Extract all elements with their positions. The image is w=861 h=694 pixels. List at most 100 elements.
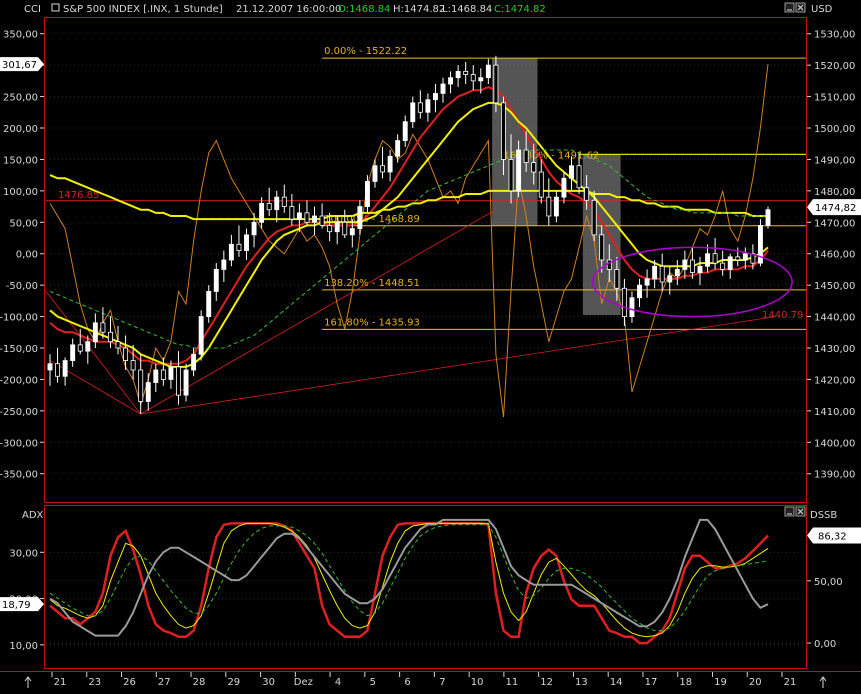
candle xyxy=(274,196,280,211)
candle xyxy=(652,265,658,280)
x-tick-label: 13 xyxy=(575,677,588,688)
left-indicator-label: CCI xyxy=(24,4,41,15)
candle xyxy=(191,353,197,371)
x-tick-label: 5 xyxy=(370,677,376,688)
candle xyxy=(198,316,204,355)
adx-tick-label: 30,00 xyxy=(9,548,38,559)
candle xyxy=(705,253,710,267)
candle xyxy=(372,165,378,182)
candle xyxy=(259,203,265,223)
candle xyxy=(138,369,144,402)
right-tick-label: 1400,00 xyxy=(814,438,855,449)
left-tick-label: 0,00 xyxy=(16,250,38,261)
x-tick-label: 26 xyxy=(123,677,136,688)
candle xyxy=(62,360,68,377)
candle xyxy=(206,291,212,317)
left-tick-label: 250,00 xyxy=(3,93,38,104)
candle xyxy=(485,64,491,79)
candle xyxy=(145,382,151,402)
candle xyxy=(508,159,514,192)
adx-minimize-button[interactable] xyxy=(784,506,795,517)
dssb-label: DSSB xyxy=(810,510,837,521)
right-tick-label: 1420,00 xyxy=(814,375,855,386)
currency-label: USD xyxy=(811,4,833,15)
x-tick-label: 17 xyxy=(645,677,658,688)
x-tick-label: 23 xyxy=(88,677,101,688)
adx-value-label: 18,79 xyxy=(2,600,31,611)
right-tick-label: 1520,00 xyxy=(814,61,855,72)
candle xyxy=(689,259,695,273)
candle xyxy=(538,171,544,198)
fib-label: 138.20% - 1448.51 xyxy=(324,278,420,289)
x-tick-label: 14 xyxy=(610,677,623,688)
candle xyxy=(742,253,748,261)
right-tick-label: 1430,00 xyxy=(814,344,855,355)
left-tick-label: -250,00 xyxy=(0,407,38,418)
candle xyxy=(463,71,469,75)
candle xyxy=(85,341,91,352)
candle xyxy=(493,64,499,104)
x-tick-label: 30 xyxy=(262,677,275,688)
dssb-tick-label: 50,00 xyxy=(814,577,843,588)
left-tick-label: -200,00 xyxy=(0,375,38,386)
instrument-name: S&P 500 INDEX [.INX, 1 Stunde] xyxy=(63,4,223,15)
candle xyxy=(727,256,733,270)
candle xyxy=(115,341,121,349)
left-tick-label: -100,00 xyxy=(0,313,38,324)
candle xyxy=(674,269,680,277)
x-tick-label: 20 xyxy=(749,677,762,688)
candle xyxy=(296,212,302,220)
candle xyxy=(667,275,673,283)
fib-label: 0.00% - 1522.22 xyxy=(324,46,407,57)
candle xyxy=(523,149,529,163)
cci-value-label: 301,67 xyxy=(2,60,37,71)
left-tick-label: 200,00 xyxy=(3,124,38,135)
candle xyxy=(410,102,416,123)
candle xyxy=(349,228,355,236)
trading-chart: 0.00% - 1522.22100.00% - 1468.89138.20% … xyxy=(0,0,861,690)
candle xyxy=(236,243,242,251)
main-minimize-button[interactable] xyxy=(784,2,795,13)
x-tick-label: 7 xyxy=(439,677,445,688)
candle xyxy=(395,140,401,157)
main-close-button[interactable] xyxy=(795,2,806,13)
candle xyxy=(553,196,559,217)
candle xyxy=(334,221,340,233)
candle xyxy=(455,71,461,79)
right-tick-label: 1390,00 xyxy=(814,470,855,481)
candle xyxy=(599,234,605,261)
x-tick-label: 12 xyxy=(540,677,553,688)
candle xyxy=(77,344,83,352)
candle xyxy=(531,162,537,173)
candle xyxy=(584,187,590,201)
candle xyxy=(569,165,574,179)
candle xyxy=(55,363,61,377)
candle xyxy=(470,74,476,82)
candle xyxy=(281,196,287,207)
x-tick-label: 10 xyxy=(471,677,484,688)
candle xyxy=(425,99,431,113)
x-tick-label: 27 xyxy=(158,677,171,688)
adx-close-button[interactable] xyxy=(795,506,806,517)
candle xyxy=(100,322,106,333)
candle xyxy=(561,177,567,198)
x-tick-label: 19 xyxy=(714,677,727,688)
candle xyxy=(448,77,454,85)
candle xyxy=(123,347,129,361)
candle xyxy=(478,77,484,82)
candle xyxy=(432,93,438,101)
candle xyxy=(168,366,174,380)
left-tick-label: -50,00 xyxy=(6,281,38,292)
candle xyxy=(228,243,234,261)
candle xyxy=(546,196,552,217)
left-tick-label: -300,00 xyxy=(0,438,38,449)
candle xyxy=(342,221,348,236)
timestamp: 21.12.2007 16:00:00 xyxy=(236,4,341,15)
x-tick-label: 28 xyxy=(193,677,206,688)
left-tick-label: 150,00 xyxy=(3,155,38,166)
left-tick-label: -150,00 xyxy=(0,344,38,355)
candle xyxy=(712,253,718,264)
candle xyxy=(266,203,272,211)
price-value-label: 1474,82 xyxy=(815,203,856,214)
candle xyxy=(221,259,227,270)
